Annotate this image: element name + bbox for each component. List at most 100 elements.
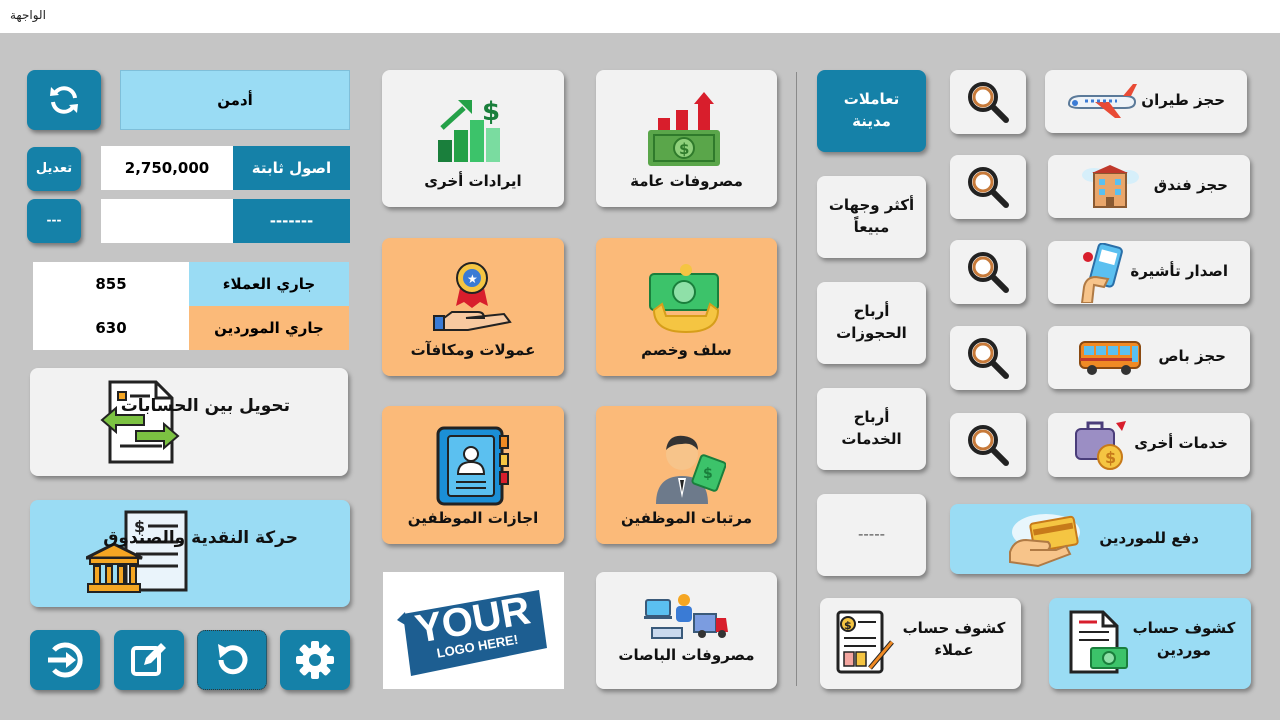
supplier-payment-button[interactable]: دفع للموردين xyxy=(950,504,1251,574)
edit-button[interactable] xyxy=(114,630,184,690)
window-titlebar: الواجهة xyxy=(0,0,1280,33)
placeholder-label-box: ------- xyxy=(233,199,350,243)
refresh-icon xyxy=(50,86,78,114)
bus-booking-label: حجز باص xyxy=(1158,347,1226,365)
best-selling-button[interactable]: أكثر وجهات مبيعاً xyxy=(817,176,926,258)
customer-invoice-icon: $ xyxy=(836,610,894,674)
assets-label-box: اصول ثابتة xyxy=(233,146,350,190)
customers-balance-value: 855 xyxy=(95,275,127,293)
suppliers-balance-value-box: 630 xyxy=(33,306,189,350)
customers-balance-label: جاري العملاء xyxy=(222,275,316,293)
transfer-accounts-label: تحويل بين الحسابات xyxy=(120,396,290,416)
assets-label: اصول ثابتة xyxy=(251,159,332,177)
suppliers-balance-value: 630 xyxy=(95,319,127,337)
search-icon xyxy=(968,82,1009,123)
settings-button[interactable] xyxy=(280,630,350,690)
search-icon xyxy=(968,425,1009,466)
customer-statements-button[interactable]: $ كشوف حساب عملاء xyxy=(820,598,1021,689)
undo-button[interactable] xyxy=(197,630,267,690)
placeholder-button[interactable]: --- xyxy=(27,199,81,243)
bus-booking-button[interactable]: حجز باص xyxy=(1048,326,1250,389)
salaries-button[interactable]: $ مرتبات الموظفين xyxy=(596,406,777,544)
commissions-button[interactable]: ★ عمولات ومكافآت xyxy=(382,238,564,376)
cash-movement-button[interactable]: $ حركة النقدية والصندوق xyxy=(30,500,350,607)
bus-expenses-button[interactable]: مصروفات الباصات xyxy=(596,572,777,689)
assets-value-field[interactable]: 2,750,000 xyxy=(101,146,233,190)
svg-text:$: $ xyxy=(1105,448,1116,467)
transfer-document-icon xyxy=(100,380,180,464)
booking-profits-label: أرباح الحجوزات xyxy=(836,302,907,342)
search-icon xyxy=(968,252,1009,293)
edit-assets-label: تعديل xyxy=(35,160,73,176)
employee-salary-icon: $ xyxy=(656,435,726,504)
vacations-label: اجازات الموظفين xyxy=(407,509,539,528)
customers-balance-value-box: 855 xyxy=(33,262,189,306)
award-hand-icon: ★ xyxy=(433,262,512,331)
svg-text:$: $ xyxy=(679,140,689,158)
hotel-booking-button[interactable]: حجز فندق xyxy=(1048,155,1250,218)
window-title: الواجهة xyxy=(10,8,46,22)
visa-phone-icon xyxy=(1080,243,1123,303)
advances-button[interactable]: سلف وخصم xyxy=(596,238,777,376)
service-profits-label: أرباح الخدمات xyxy=(841,408,902,448)
service-profits-button[interactable]: أرباح الخدمات xyxy=(817,388,926,470)
user-name: أدمن xyxy=(217,91,253,109)
bus-expenses-label: مصروفات الباصات xyxy=(618,646,755,665)
other-services-button[interactable]: $ خدمات أخرى xyxy=(1048,413,1250,477)
flight-search-button[interactable] xyxy=(950,70,1026,134)
other-revenue-label: ايرادات أخرى xyxy=(424,172,522,191)
supplier-statements-button[interactable]: كشوف حساب موردين xyxy=(1049,598,1251,689)
other-services-search-button[interactable] xyxy=(950,413,1026,477)
refresh-button[interactable] xyxy=(27,70,101,130)
revenue-growth-icon: $ xyxy=(438,97,500,162)
gear-icon xyxy=(296,641,334,679)
user-name-box: أدمن xyxy=(120,70,350,130)
transfer-accounts-button[interactable]: تحويل بين الحسابات xyxy=(30,368,348,476)
customers-balance-label-box: جاري العملاء xyxy=(189,262,349,306)
undo-icon xyxy=(218,644,248,675)
delivery-logistics-icon xyxy=(644,594,728,639)
placeholder-label: ------- xyxy=(269,212,314,230)
search-icon xyxy=(968,167,1009,208)
credit-transactions-button[interactable]: تعاملات مدينة xyxy=(817,70,926,152)
placeholder-value-field[interactable] xyxy=(101,199,233,243)
empty-button[interactable]: ----- xyxy=(817,494,926,576)
commissions-label: عمولات ومكافآت xyxy=(410,341,536,360)
general-expenses-button[interactable]: $ مصروفات عامة xyxy=(596,70,777,207)
expenses-money-icon: $ xyxy=(648,92,720,166)
logout-icon xyxy=(48,642,83,678)
hotel-search-button[interactable] xyxy=(950,155,1026,219)
svg-text:$: $ xyxy=(844,619,852,632)
cash-hand-icon xyxy=(649,264,720,334)
supplier-statements-label: كشوف حساب موردين xyxy=(1132,619,1236,659)
edit-icon xyxy=(131,643,166,676)
supplier-invoice-icon xyxy=(1069,610,1128,674)
svg-text:$: $ xyxy=(703,466,713,482)
visa-issuance-label: اصدار تأشيرة xyxy=(1130,262,1228,280)
other-revenue-button[interactable]: $ ايرادات أخرى xyxy=(382,70,564,207)
bank-ledger-icon: $ xyxy=(86,510,188,593)
placeholder-button-label: --- xyxy=(46,213,62,228)
credit-transactions-label: تعاملات مدينة xyxy=(843,90,900,130)
logout-button[interactable] xyxy=(30,630,100,690)
flight-booking-button[interactable]: حجز طيران xyxy=(1045,70,1247,133)
vacations-button[interactable]: اجازات الموظفين xyxy=(382,406,564,544)
bus-icon xyxy=(1079,341,1141,375)
suppliers-balance-label: جاري الموردين xyxy=(214,319,324,337)
best-selling-label: أكثر وجهات مبيعاً xyxy=(828,196,915,236)
card-payment-icon xyxy=(1009,514,1080,568)
bus-search-button[interactable] xyxy=(950,326,1026,390)
salaries-label: مرتبات الموظفين xyxy=(620,509,753,528)
advances-label: سلف وخصم xyxy=(641,341,732,360)
search-icon xyxy=(968,338,1009,379)
other-services-label: خدمات أخرى xyxy=(1134,434,1228,452)
cash-movement-label: حركة النقدية والصندوق xyxy=(103,528,298,548)
visa-search-button[interactable] xyxy=(950,240,1026,304)
hotel-booking-label: حجز فندق xyxy=(1153,176,1228,194)
booking-profits-button[interactable]: أرباح الحجوزات xyxy=(817,282,926,364)
general-expenses-label: مصروفات عامة xyxy=(630,172,743,191)
airplane-icon xyxy=(1067,84,1137,118)
travel-bag-icon: $ xyxy=(1075,421,1126,470)
visa-issuance-button[interactable]: اصدار تأشيرة xyxy=(1048,241,1250,304)
edit-assets-button[interactable]: تعديل xyxy=(27,147,81,191)
